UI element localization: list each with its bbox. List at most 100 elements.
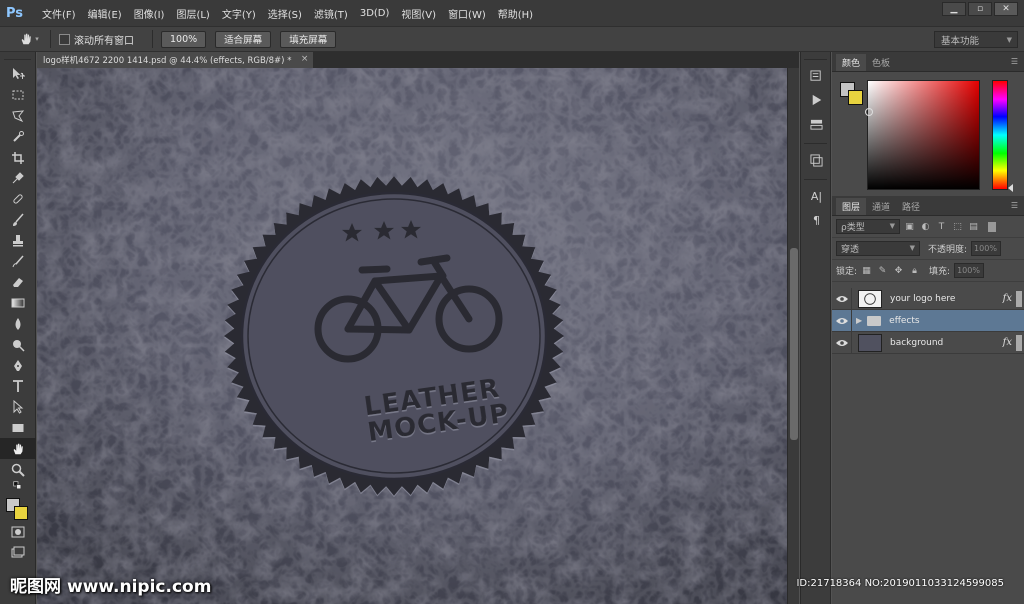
fill-input[interactable]: 100%: [954, 263, 985, 278]
brush-tool-icon[interactable]: [0, 210, 36, 231]
scrollbar-thumb[interactable]: [790, 248, 798, 440]
layer-row-effects[interactable]: ▶ effects: [832, 309, 1024, 332]
panel-menu-icon[interactable]: ☰: [1011, 57, 1018, 66]
layer-fx-icon[interactable]: fx: [1003, 293, 1012, 304]
character-panel-icon[interactable]: A|: [801, 184, 832, 208]
visibility-eye-icon[interactable]: [832, 309, 852, 332]
layer-name[interactable]: effects: [889, 316, 919, 326]
paragraph-panel-icon[interactable]: ¶: [801, 208, 832, 232]
menu-3d[interactable]: 3D(D): [354, 8, 396, 19]
lock-all-icon[interactable]: 🔒︎: [908, 264, 921, 277]
healing-brush-tool-icon[interactable]: [0, 189, 36, 210]
blend-mode-select[interactable]: 穿透 ▼: [836, 241, 920, 256]
layer-row-your-logo-here[interactable]: your logo here fx: [832, 287, 1024, 310]
actual-pixels-button[interactable]: 100%: [161, 30, 207, 48]
quick-mask-icon[interactable]: [0, 522, 36, 543]
hand-tool-icon[interactable]: [0, 438, 36, 460]
lasso-tool-icon[interactable]: [0, 106, 36, 127]
filter-type-icon[interactable]: T: [935, 220, 948, 233]
canvas-vertical-scrollbar[interactable]: [787, 68, 799, 604]
disclosure-triangle-icon[interactable]: ▶: [856, 316, 862, 325]
workspace-label: 基本功能: [941, 35, 980, 47]
pen-tool-icon[interactable]: [0, 355, 36, 376]
lock-pixels-icon[interactable]: ✎: [876, 264, 889, 277]
clone-stamp-tool-icon[interactable]: [0, 230, 36, 251]
panel-menu-icon[interactable]: ☰: [1011, 201, 1018, 210]
gradient-tool-icon[interactable]: [0, 293, 36, 314]
menu-select[interactable]: 选择(S): [262, 6, 308, 21]
crop-tool-icon[interactable]: [0, 147, 36, 168]
document-tab[interactable]: logo样机4672 2200 1414.psd @ 44.4% (effect…: [37, 52, 314, 68]
eraser-tool-icon[interactable]: [0, 272, 36, 293]
history-panel-icon[interactable]: [801, 64, 832, 88]
filter-pixel-icon[interactable]: ▣: [903, 220, 916, 233]
fit-screen-button[interactable]: 适合屏幕: [215, 30, 272, 48]
dodge-tool-icon[interactable]: [0, 334, 36, 355]
lock-fill-row: 锁定: ▦ ✎ ✥ 🔒︎ 填充: 100%: [832, 260, 1024, 282]
layer-kind-filter-label: ρ类型: [841, 223, 865, 233]
hue-slider-handle[interactable]: [1008, 184, 1013, 192]
lock-position-icon[interactable]: ✥: [892, 264, 905, 277]
filter-shape-icon[interactable]: ⬚: [951, 220, 964, 233]
zoom-tool-icon[interactable]: [0, 459, 36, 480]
path-selection-tool-icon[interactable]: [0, 397, 36, 418]
fill-screen-button[interactable]: 填充屏幕: [280, 30, 337, 48]
tab-paths[interactable]: 路径: [896, 198, 926, 215]
default-colors-icon[interactable]: [0, 480, 36, 492]
color-picker-ring[interactable]: [865, 108, 873, 116]
tab-swatches[interactable]: 色板: [866, 54, 896, 71]
tab-layers[interactable]: 图层: [836, 198, 867, 215]
lock-transparency-icon[interactable]: ▦: [860, 264, 873, 277]
properties-panel-icon[interactable]: [801, 112, 832, 136]
restore-button[interactable]: ▫: [968, 2, 992, 16]
marquee-tool-icon[interactable]: [0, 85, 36, 106]
layer-kind-filter[interactable]: ρ类型 ▼: [836, 219, 900, 234]
tool-presets-panel-icon[interactable]: [801, 148, 832, 172]
menu-window[interactable]: 窗口(W): [442, 6, 492, 21]
menu-layer[interactable]: 图层(L): [170, 6, 215, 21]
chevron-down-icon: ▼: [1006, 36, 1012, 44]
menu-filter[interactable]: 滤镜(T): [308, 6, 354, 21]
toolbox-grip[interactable]: [4, 52, 31, 60]
rectangle-tool-icon[interactable]: [0, 418, 36, 439]
dock-grip[interactable]: [804, 52, 827, 60]
tab-color[interactable]: 颜色: [836, 54, 867, 71]
visibility-eye-icon[interactable]: [832, 287, 852, 310]
close-button[interactable]: ✕: [994, 2, 1018, 16]
color-panel-background-swatch[interactable]: [848, 90, 863, 105]
opacity-input[interactable]: 100%: [971, 241, 1002, 256]
screen-mode-icon[interactable]: [0, 543, 36, 564]
close-tab-icon[interactable]: ×: [301, 54, 309, 64]
menu-edit[interactable]: 编辑(E): [82, 6, 128, 21]
hue-slider[interactable]: [992, 80, 1008, 190]
scroll-all-windows-checkbox[interactable]: [59, 33, 70, 45]
layer-row-background[interactable]: background fx: [832, 331, 1024, 354]
hand-tool-preset-icon[interactable]: ▾: [16, 29, 42, 49]
move-tool-icon[interactable]: [0, 64, 36, 85]
document-canvas[interactable]: LEATHER MOCK-UP: [37, 68, 787, 604]
filter-smart-object-icon[interactable]: ▤: [967, 220, 980, 233]
menu-file[interactable]: 文件(F): [36, 6, 82, 21]
quick-selection-tool-icon[interactable]: [0, 126, 36, 147]
eyedropper-tool-icon[interactable]: [0, 168, 36, 189]
actions-panel-icon[interactable]: [801, 88, 832, 112]
filter-toggle-icon[interactable]: [988, 221, 996, 232]
menu-image[interactable]: 图像(I): [128, 6, 171, 21]
menu-help[interactable]: 帮助(H): [492, 6, 539, 21]
layers-panel: 图层 通道 路径 ☰ ρ类型 ▼ ▣ ◐ T ⬚ ▤ 穿透 ▼ 不透明度: 10…: [832, 196, 1024, 604]
tab-channels[interactable]: 通道: [866, 198, 896, 215]
menu-view[interactable]: 视图(V): [395, 6, 442, 21]
filter-adjustment-icon[interactable]: ◐: [919, 220, 932, 233]
workspace-switcher[interactable]: 基本功能 ▼: [934, 31, 1018, 48]
minimize-button[interactable]: ▁: [942, 2, 966, 16]
history-brush-tool-icon[interactable]: [0, 251, 36, 272]
visibility-eye-icon[interactable]: [832, 331, 852, 354]
layer-fx-icon[interactable]: fx: [1003, 337, 1012, 348]
background-color-swatch[interactable]: [14, 505, 28, 520]
color-field[interactable]: [867, 80, 980, 190]
layer-name[interactable]: your logo here: [890, 294, 955, 304]
blur-tool-icon[interactable]: [0, 314, 36, 335]
type-tool-icon[interactable]: [0, 376, 36, 397]
layer-name[interactable]: background: [890, 338, 943, 348]
menu-type[interactable]: 文字(Y): [216, 6, 262, 21]
